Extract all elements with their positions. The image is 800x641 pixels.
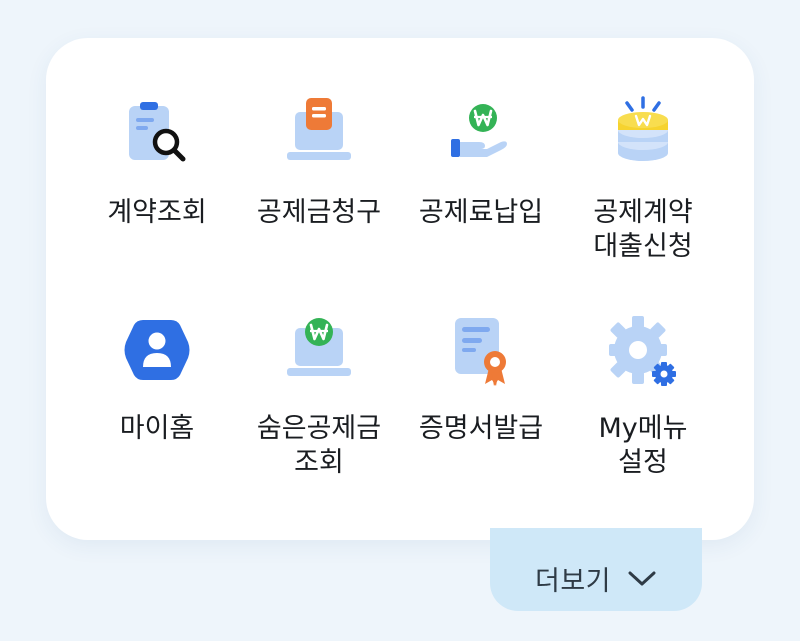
hand-won-coin-icon	[443, 96, 519, 172]
menu-item-label: 공제계약 대출신청	[593, 197, 693, 262]
more-button[interactable]: 더보기	[490, 528, 702, 611]
contract-search-icon	[119, 96, 195, 172]
won-laptop-icon	[281, 312, 357, 388]
chevron-down-icon	[627, 570, 657, 588]
menu-item-contract-inquiry[interactable]: 계약조회	[76, 96, 238, 312]
menu-item-hidden-benefit-inquiry[interactable]: 숨은공제금 조회	[238, 312, 400, 528]
claim-laptop-icon	[281, 96, 357, 172]
won-coin-stack-icon	[605, 96, 681, 172]
menu-item-my-home[interactable]: 마이홈	[76, 312, 238, 528]
menu-item-label: 숨은공제금 조회	[256, 413, 382, 478]
menu-item-benefit-claim[interactable]: 공제금청구	[238, 96, 400, 312]
certificate-badge-icon	[443, 312, 519, 388]
quick-menu-grid: 계약조회 공제금청구 공제료납입 공제계약 대출신청 마이홈 숨은공제금 조회 …	[76, 96, 724, 528]
more-button-label: 더보기	[534, 566, 612, 597]
menu-item-my-menu-settings[interactable]: My메뉴 설정	[562, 312, 724, 528]
user-profile-icon	[119, 312, 195, 388]
quick-menu-card: 계약조회 공제금청구 공제료납입 공제계약 대출신청 마이홈 숨은공제금 조회 …	[46, 38, 754, 540]
menu-item-label: 공제금청구	[256, 197, 382, 228]
menu-item-loan-application[interactable]: 공제계약 대출신청	[562, 96, 724, 312]
menu-item-label: 계약조회	[107, 197, 207, 228]
menu-item-label: 마이홈	[119, 413, 195, 444]
gear-settings-icon	[605, 312, 681, 388]
menu-item-premium-payment[interactable]: 공제료납입	[400, 96, 562, 312]
menu-item-label: 공제료납입	[418, 197, 544, 228]
menu-item-label: My메뉴 설정	[598, 413, 688, 478]
menu-item-label: 증명서발급	[418, 413, 544, 444]
menu-item-certificate-issuance[interactable]: 증명서발급	[400, 312, 562, 528]
